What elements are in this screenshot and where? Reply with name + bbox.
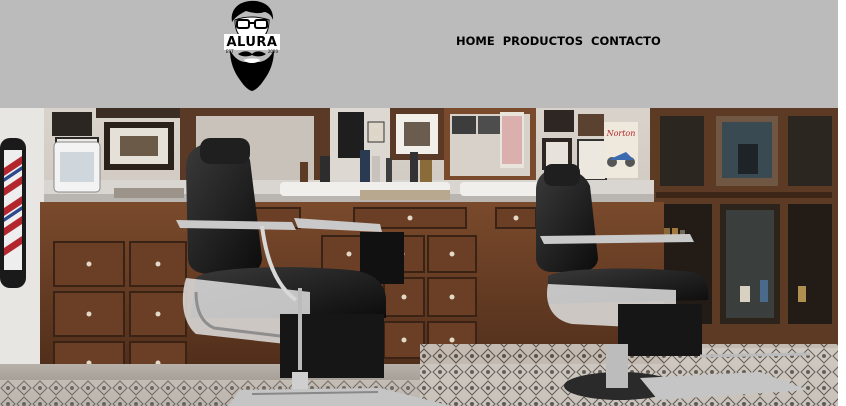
site-header: ALURA EST 2020 HOME PRODUCTOS CONTACTO <box>0 0 838 108</box>
nav-home-link[interactable]: HOME <box>456 34 495 48</box>
page: ALURA EST 2020 HOME PRODUCTOS CONTACTO N… <box>0 0 838 406</box>
logo-year-text: 2020 <box>267 49 278 54</box>
nav-productos-link[interactable]: PRODUCTOS <box>503 34 583 48</box>
barbershop-photo: Norton <box>0 108 838 406</box>
logo-est-text: EST <box>226 49 234 54</box>
logo-brand-text: ALURA <box>226 35 278 50</box>
hero-banner: Norton <box>0 108 838 406</box>
main-nav: HOME PRODUCTOS CONTACTO <box>456 34 661 48</box>
brand-logo[interactable]: ALURA EST 2020 <box>222 0 282 92</box>
nav-contacto-link[interactable]: CONTACTO <box>591 34 661 48</box>
wall-sign-text: Norton <box>606 129 636 138</box>
